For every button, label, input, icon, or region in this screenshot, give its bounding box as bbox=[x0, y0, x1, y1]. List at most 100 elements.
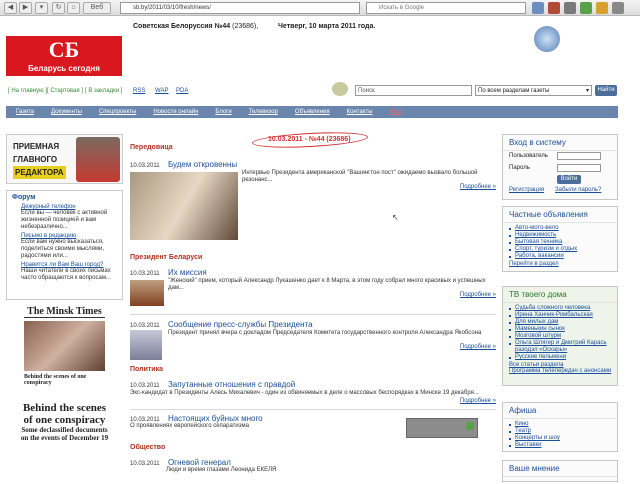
opinion-box: Ваше мнение bbox=[502, 460, 618, 482]
article-text: Президент принял вчера с докладом Предсе… bbox=[168, 330, 482, 336]
article-text: Экс-кандидат в Президенты Алесь Михалеви… bbox=[130, 390, 479, 396]
address-bar[interactable]: sb.by/2011/03/10/fresh/news/ bbox=[120, 2, 360, 14]
link-pda[interactable]: PDA bbox=[176, 88, 188, 94]
article-photo bbox=[130, 280, 164, 306]
more-link[interactable]: Подробнее » bbox=[460, 292, 496, 298]
back-icon[interactable]: ◀ bbox=[4, 2, 17, 14]
tv-item[interactable]: Для милых дам bbox=[503, 319, 617, 326]
nav-documents[interactable]: Документы bbox=[51, 106, 82, 118]
tv-program-link[interactable]: Программа телепередач с анонсами bbox=[503, 368, 617, 375]
article-date: 10.03.2011 bbox=[130, 271, 160, 277]
nav-ads[interactable]: Объявления bbox=[295, 106, 330, 118]
tv-item[interactable]: Мозговой штурм bbox=[503, 333, 617, 340]
nav-news-online[interactable]: Новости онлайн bbox=[153, 106, 198, 118]
more-link[interactable]: Подробнее » bbox=[460, 398, 496, 404]
menu-icon[interactable]: ▾ bbox=[35, 2, 48, 14]
afisha-item[interactable]: Театр bbox=[503, 428, 617, 435]
article-title[interactable]: Огневой генерал bbox=[168, 458, 231, 467]
extension-icon[interactable] bbox=[596, 2, 608, 14]
tv-box: ТВ твоего дома Судьба сложного человека … bbox=[502, 286, 618, 386]
minsk-times-banner[interactable]: The Minsk Times Behind the scenes of one… bbox=[6, 306, 123, 474]
section-peredovitsa: Передовица bbox=[130, 144, 173, 151]
login-title: Вход в систему bbox=[503, 135, 617, 151]
afisha-item[interactable]: Концерты и шоу bbox=[503, 435, 617, 442]
site-logo[interactable]: СБ Беларусь сегодня bbox=[6, 36, 122, 76]
more-link[interactable]: Подробнее » bbox=[460, 184, 496, 190]
article-3: 10.03.2011 Сообщение пресс-службы Презид… bbox=[130, 320, 496, 364]
nav-blogs[interactable]: Блоги bbox=[215, 106, 231, 118]
nav-contacts[interactable]: Контакты bbox=[347, 106, 373, 118]
ads-item[interactable]: Авто-мото-вело bbox=[503, 225, 617, 232]
logo-big: СБ bbox=[48, 37, 80, 62]
editor-reception-banner[interactable]: ПРИЕМНАЯ ГЛАВНОГО РЕДАКТОРА bbox=[6, 134, 123, 184]
widget-icon bbox=[466, 422, 474, 430]
tv-title: ТВ твоего дома bbox=[503, 287, 617, 303]
ads-item[interactable]: Работа, вакансии bbox=[503, 253, 617, 260]
ads-more-link[interactable]: Перейти в раздел bbox=[503, 261, 617, 267]
article-title[interactable]: Будем откровенны bbox=[168, 160, 237, 169]
article-title[interactable]: Запутанные отношения с правдой bbox=[168, 380, 295, 389]
nav-more[interactable]: Ещё bbox=[390, 106, 402, 118]
link-wap[interactable]: WAP bbox=[155, 88, 168, 94]
register-link[interactable]: Регистрация bbox=[509, 187, 544, 193]
forgot-password-link[interactable]: Забыли пароль? bbox=[555, 187, 601, 193]
ads-title: Частные объявления bbox=[503, 207, 617, 223]
ads-item[interactable]: Бытовая техника bbox=[503, 239, 617, 246]
extension-icon[interactable] bbox=[532, 2, 544, 14]
tv-item[interactable]: Ольга Шлягер и Дмитрий Карась разодэл «О… bbox=[503, 340, 617, 354]
article-2: 10.03.2011 Их миссия "Женский" прием, ко… bbox=[130, 268, 496, 312]
reception-text: ПРИЕМНАЯ ГЛАВНОГО РЕДАКТОРА bbox=[13, 142, 66, 179]
minsk-times-headline: Behind the scenes of one conspiracy bbox=[24, 374, 87, 386]
search-button[interactable]: Найти bbox=[595, 85, 617, 96]
main-nav: Газета Документы Спецпроекты Новости онл… bbox=[6, 106, 618, 118]
extension-icon[interactable] bbox=[580, 2, 592, 14]
afisha-title: Афиша bbox=[503, 403, 617, 419]
link-home[interactable]: [ На главную ] bbox=[8, 88, 47, 94]
article-photo bbox=[130, 172, 238, 240]
floating-widget[interactable] bbox=[406, 418, 478, 438]
big-headline-2: of one conspiracy bbox=[23, 414, 106, 426]
link-start[interactable]: [ Стартовая ] bbox=[47, 88, 83, 94]
nav-newspaper[interactable]: Газета bbox=[16, 106, 34, 118]
nav-tv[interactable]: Телевизор bbox=[249, 106, 278, 118]
tv-item[interactable]: Ирена Ханчик-Ромбальская bbox=[503, 312, 617, 319]
password-input[interactable] bbox=[557, 164, 601, 172]
extension-icon[interactable] bbox=[548, 2, 560, 14]
link-bookmark[interactable]: [ В закладки ] bbox=[85, 88, 122, 94]
tv-item[interactable]: Судьба сложного человека bbox=[503, 305, 617, 312]
forward-icon[interactable]: ▶ bbox=[19, 2, 32, 14]
browser-search-input[interactable]: Искать в Google bbox=[366, 2, 526, 14]
afisha-item[interactable]: Выставки bbox=[503, 442, 617, 449]
ads-item[interactable]: Недвижимость bbox=[503, 232, 617, 239]
login-box: Вход в систему Пользователь Пароль Войти… bbox=[502, 134, 618, 200]
issue-title: Советская Белоруссия №44 (23686), bbox=[133, 23, 259, 30]
section-society: Общество bbox=[130, 444, 166, 451]
login-button[interactable]: Войти bbox=[557, 175, 581, 184]
username-label: Пользователь bbox=[509, 153, 548, 159]
ads-item[interactable]: Спорт, туризм и отдых bbox=[503, 246, 617, 253]
reload-icon[interactable]: ↻ bbox=[52, 2, 65, 14]
search-scope-select[interactable]: По всем разделам газеты ▾ bbox=[475, 85, 592, 96]
more-link[interactable]: Подробнее » bbox=[460, 344, 496, 350]
globe-icon bbox=[534, 26, 560, 52]
nav-specprojects[interactable]: Спецпроекты bbox=[99, 106, 136, 118]
username-input[interactable] bbox=[557, 152, 601, 160]
web-button[interactable]: Веб bbox=[83, 2, 111, 14]
date-label: Четверг, 10 марта 2011 года. bbox=[278, 23, 376, 30]
article-date: 10.03.2011 bbox=[130, 383, 160, 389]
link-rss[interactable]: RSS bbox=[133, 88, 145, 94]
article-6: 10.03.2011 Огневой генерал Люди и время … bbox=[130, 458, 496, 480]
tv-item[interactable]: Маменькин сынок bbox=[503, 326, 617, 333]
search-input[interactable]: Поиск bbox=[355, 85, 472, 96]
article-title[interactable]: Их миссия bbox=[168, 268, 207, 277]
afisha-item[interactable]: Кино bbox=[503, 421, 617, 428]
password-label: Пароль bbox=[509, 165, 530, 171]
extension-icon[interactable] bbox=[564, 2, 576, 14]
tv-item[interactable]: Русские пельмени bbox=[503, 354, 617, 361]
settings-icon[interactable] bbox=[612, 2, 624, 14]
home-icon[interactable]: ⌂ bbox=[67, 2, 80, 14]
article-title[interactable]: Настоящих буйных много bbox=[168, 414, 263, 423]
forum-item-text: Наши читатели в своих письмах часто обра… bbox=[21, 268, 111, 281]
divider bbox=[130, 314, 496, 315]
article-title[interactable]: Сообщение пресс-службы Президента bbox=[168, 320, 313, 329]
